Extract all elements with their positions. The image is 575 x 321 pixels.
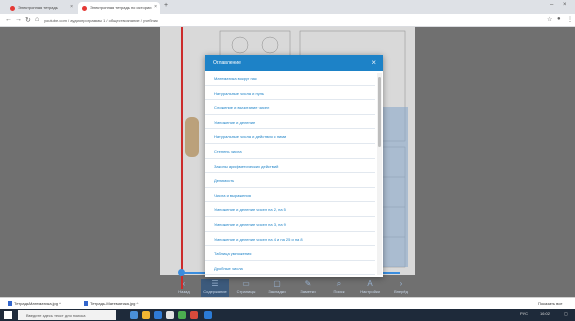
viewer-toolbar: ‹ Назад ☰ Содержание ▭ Страницы ▢ Закладки ✎… [170,279,420,297]
contents-item[interactable]: Умножение и деление чисел на 4 и на 25 и… [205,232,375,247]
contents-item[interactable]: Степень числа [205,144,375,159]
windows-start-icon[interactable] [4,311,12,319]
scrollbar-thumb[interactable] [378,77,381,147]
clock[interactable]: 16:02 [540,311,550,316]
toolbar-pages-button[interactable]: ▭ Страницы [232,279,260,297]
tab-title: Электронная тетрадь по истории [90,5,152,10]
toolbar-search-button[interactable]: ⌕ Поиск [325,279,353,297]
toolbar-bookmarks-button[interactable]: ▢ Закладки [263,279,291,297]
contents-item[interactable]: Дробные числа [205,261,375,276]
chevron-left-icon: ‹ [182,279,186,288]
edge-icon[interactable] [154,311,162,319]
toolbar-back-button[interactable]: ‹ Назад [170,279,198,297]
contents-item[interactable]: Умножение и деление чисел на 3, на 9 [205,217,375,232]
dialog-header: Оглавление × [205,55,383,71]
close-tab-icon[interactable]: × [70,4,73,10]
language-indicator[interactable]: РУС [520,311,528,316]
font-icon: A [367,279,373,288]
close-icon[interactable]: × [371,58,376,67]
reload-icon[interactable]: ↻ [25,16,31,24]
toolbar-notes-button[interactable]: ✎ Заметки [294,279,322,297]
pages-icon: ▭ [242,279,250,288]
dialog-scrollbar[interactable] [377,73,382,275]
bookmark-icon: ▢ [273,279,281,288]
toolbar-settings-button[interactable]: A Настройки [356,279,384,297]
new-tab-button[interactable]: + [164,2,168,9]
word-icon[interactable] [204,311,212,319]
file-icon [8,301,12,306]
show-all-downloads-link[interactable]: Показать все [538,301,562,306]
contents-item[interactable]: Математика вокруг нас [205,71,375,86]
explorer-icon[interactable] [142,311,150,319]
page-edge-line [181,27,183,289]
contents-item[interactable]: Умножение и деление [205,115,375,130]
contents-item[interactable]: Натуральные числа и действия с ними [205,129,375,144]
downloads-bar: ТетрадьМатематика.jpg ^ Тетрадь-Математи… [0,297,575,309]
store-icon[interactable] [166,311,174,319]
address-bar: ← → ↻ ⌂ youtube.com / аудиопрограммы 1 /… [0,14,575,27]
close-tab-icon[interactable]: × [154,4,157,10]
menu-icon[interactable]: ⋮ [567,16,573,23]
contents-dialog: Оглавление × Математика вокруг нас Натур… [205,55,383,277]
contents-list: Математика вокруг нас Натуральные числа … [205,71,375,277]
download-item[interactable]: ТетрадьМатематика.jpg ^ [8,301,61,306]
taskbar-search-input[interactable]: Введите здесь текст для поиска [18,310,116,320]
page-slider-handle[interactable] [178,269,185,276]
favicon-icon [10,6,15,11]
notifications-icon[interactable]: ▢ [564,311,568,316]
contents-item[interactable]: Умножение и деление чисел на 2, на 5 [205,202,375,217]
home-icon[interactable]: ⌂ [35,16,39,23]
minimize-button[interactable]: – [550,2,553,8]
back-icon[interactable]: ← [5,16,12,23]
favicon-icon [82,6,87,11]
profile-icon[interactable]: ● [557,16,561,22]
dialog-title: Оглавление [213,60,241,66]
browser-tab-1[interactable]: Электронная тетрадь × [6,2,76,14]
search-icon: ⌕ [336,279,342,288]
close-window-button[interactable]: × [563,2,567,8]
download-item[interactable]: Тетрадь-Математика.jpg ^ [84,301,138,306]
forward-icon[interactable]: → [15,16,22,23]
browser-tab-bar: Электронная тетрадь × Электронная тетрад… [0,0,575,14]
contents-item[interactable]: Таблица умножения [205,246,375,261]
tab-title: Электронная тетрадь [18,5,58,10]
note-icon: ✎ [304,279,312,288]
contents-item[interactable]: Делимость [205,173,375,188]
app-icon[interactable] [190,311,198,319]
list-icon: ☰ [211,279,219,288]
character-illustration [185,117,199,157]
chevron-right-icon: › [399,279,403,288]
contents-item[interactable]: Законы арифметических действий [205,159,375,174]
contents-item[interactable]: Числа и выражения [205,188,375,203]
task-view-icon[interactable] [130,311,138,319]
chrome-icon[interactable] [178,311,186,319]
contents-item[interactable]: Натуральные числа и нуль [205,86,375,101]
taskbar: Введите здесь текст для поиска РУС 16:02… [0,309,575,321]
browser-tab-2[interactable]: Электронная тетрадь по истории × [78,2,160,14]
contents-item[interactable]: Сложение и вычитание чисел [205,100,375,115]
file-icon [84,301,88,306]
toolbar-forward-button[interactable]: › Вперёд [387,279,415,297]
url-field[interactable]: youtube.com / аудиопрограммы 1 / обществ… [44,18,158,23]
toolbar-contents-button[interactable]: ☰ Содержание [201,279,229,297]
star-icon[interactable]: ☆ [547,16,552,23]
